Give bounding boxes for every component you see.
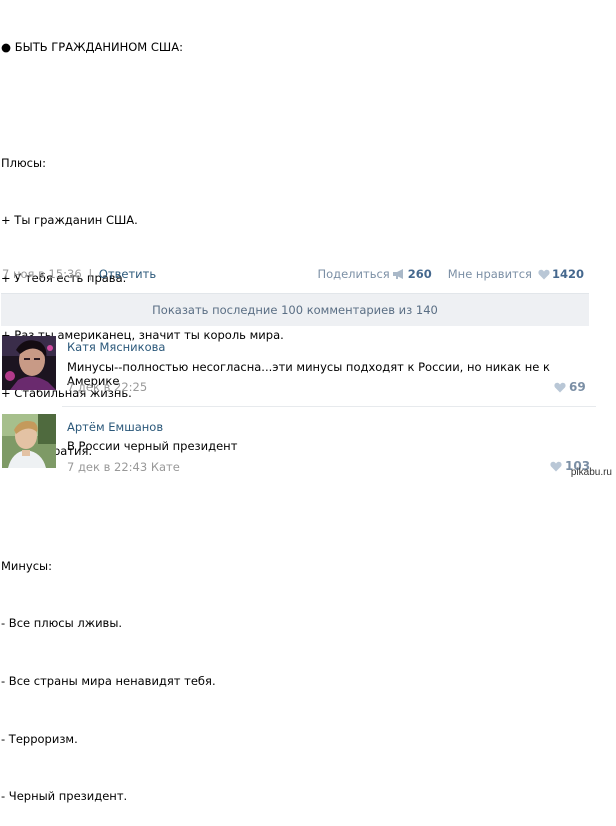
post-line: Минусы: <box>1 558 52 573</box>
comment-like-button[interactable]: 69 <box>552 380 586 394</box>
share-button[interactable]: Поделиться 260 <box>317 267 431 281</box>
heart-icon <box>538 269 550 279</box>
reply-link[interactable]: Ответить <box>99 267 156 281</box>
comment-item: Катя Мясникова Минусы--полностью несогла… <box>0 336 600 402</box>
comment-date[interactable]: 7 дек в 22:43 <box>67 460 147 474</box>
post-line: - Все страны мира ненавидят тебя. <box>1 673 216 688</box>
avatar-photo <box>2 336 56 390</box>
post-line: - Терроризм. <box>1 731 78 746</box>
share-count: 260 <box>407 267 432 281</box>
comment-author[interactable]: Катя Мясникова <box>67 340 165 354</box>
comment-divider <box>62 406 596 407</box>
post-date[interactable]: 7 ноя в 15:36 <box>2 267 82 281</box>
heart-icon <box>554 382 566 392</box>
comment-text: В России черный президент <box>67 439 238 453</box>
meta-separator: | <box>88 267 93 281</box>
post-meta: 7 ноя в 15:36 | Ответить <box>2 267 156 281</box>
comment-date[interactable]: 7 дек в 22:25 <box>67 380 147 394</box>
avatar-photo <box>2 414 56 468</box>
post-line: - Все плюсы лживы. <box>1 616 123 631</box>
comment-item: Артём Емшанов В России черный президент … <box>0 414 600 480</box>
post-line <box>1 96 284 115</box>
reply-to-link[interactable]: Кате <box>151 460 180 474</box>
show-comments-button[interactable]: Показать последние 100 комментариев из 1… <box>1 293 589 326</box>
like-label: Мне нравится <box>447 267 532 281</box>
heart-icon <box>550 461 562 471</box>
like-count: 1420 <box>551 267 584 281</box>
comment-like-count: 69 <box>569 380 586 394</box>
post-line: Плюсы: <box>1 155 46 170</box>
post-line: + Ты гражданин США. <box>1 213 138 228</box>
like-button[interactable]: Мне нравится 1420 <box>448 267 584 281</box>
post-body: ● БЫТЬ ГРАЖДАНИНОМ США: Плюсы: + Ты граж… <box>1 0 284 826</box>
post-line: ● БЫТЬ ГРАЖДАНИНОМ США: <box>1 40 183 55</box>
comment-author[interactable]: Артём Емшанов <box>67 420 163 434</box>
avatar[interactable] <box>2 414 56 468</box>
post-line <box>1 499 284 518</box>
share-label: Поделиться <box>317 267 390 281</box>
post-line: - Черный президент. <box>1 789 128 804</box>
avatar[interactable] <box>2 336 56 390</box>
comment-meta: 7 дек в 22:43 Кате <box>67 460 180 474</box>
post-actions: Поделиться 260 Мне нравится 1420 <box>317 267 584 281</box>
watermark: pikabu.ru <box>570 467 612 478</box>
megaphone-icon <box>392 269 403 279</box>
